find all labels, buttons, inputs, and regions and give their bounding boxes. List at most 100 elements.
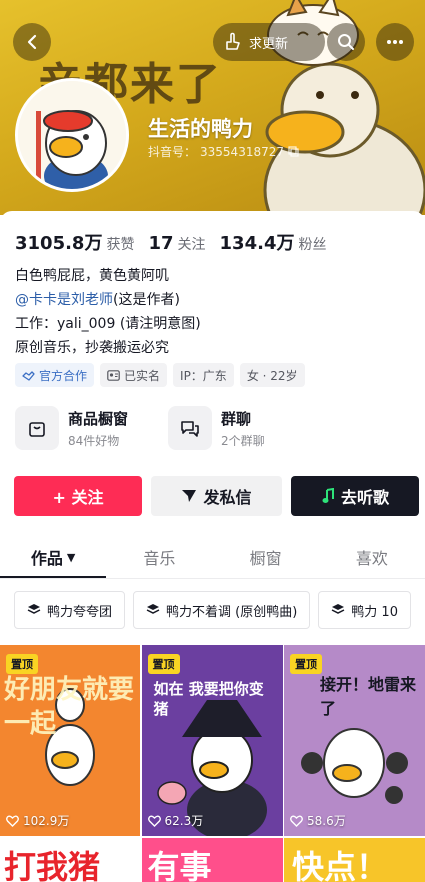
stat-likes-value: 3105.8万 [15, 233, 103, 254]
mention-suffix: (这是作者) [113, 292, 180, 308]
stat-likes[interactable]: 3105.8万 获赞 [15, 229, 134, 255]
request-update-label: 求更新 [249, 36, 289, 52]
gender-age-label: 女 · 22岁 [246, 368, 298, 383]
bio: 白色鸭屁屁，黄色黄阿叽 @卡卡是刘老师(这是作者) 工作：yali_009 (请… [15, 264, 201, 360]
collection-chip-label: 鸭力不着调 (原创鸭曲) [166, 604, 298, 620]
official-partner-tag[interactable]: 官方合作 [15, 363, 95, 387]
search-icon [338, 34, 354, 50]
bio-line-2: @卡卡是刘老师(这是作者) [15, 288, 201, 312]
like-count-value: 58.6万 [307, 814, 346, 828]
video-cover-text: 打我猪 [4, 847, 101, 882]
follow-button[interactable]: + 关注 [14, 476, 142, 516]
ip-location-label: IP：广东 [180, 368, 227, 383]
send-message-button[interactable]: 发私信 [151, 476, 282, 516]
layers-icon [27, 604, 41, 614]
official-partner-label: 官方合作 [39, 368, 88, 383]
stat-followers-value: 134.4万 [219, 233, 295, 254]
verified-name-label: 已实名 [124, 368, 161, 383]
chat-bubbles-icon [168, 406, 213, 450]
stats-row: 3105.8万 获赞 17 关注 134.4万 粉丝 [15, 229, 326, 255]
tab-likes[interactable]: 喜欢 [319, 536, 425, 578]
video-tile[interactable]: 接开！地雷来了 置顶 58.6万 [284, 645, 425, 836]
shop-window-entry[interactable]: 商品橱窗 84件好物 [15, 406, 128, 450]
profile-page: 亲都来了 求更新 生活的鸭力 抖音号： 33554318727 3105.8万 … [0, 0, 425, 882]
heart-icon [6, 815, 19, 827]
tab-music[interactable]: 音乐 [106, 536, 212, 578]
hand-point-icon [226, 32, 240, 50]
stat-following[interactable]: 17 关注 [148, 233, 205, 254]
ip-location-tag: IP：广东 [173, 363, 234, 387]
collection-chip-label: 鸭力 10 [351, 604, 398, 620]
douyin-id-value: 33554318727 [200, 144, 284, 159]
heart-icon [147, 815, 161, 827]
more-button[interactable] [376, 23, 414, 61]
profile-banner: 亲都来了 求更新 生活的鸭力 抖音号： 33554318727 [0, 0, 425, 215]
group-chat-entry[interactable]: 群聊 2个群聊 [168, 406, 265, 450]
collection-chip[interactable]: 鸭力 10 [318, 591, 411, 629]
handshake-icon [22, 370, 35, 381]
collection-chip[interactable]: 鸭力夸夸团 [14, 591, 126, 629]
shop-window-title: 商品橱窗 [68, 409, 129, 428]
layers-icon [146, 604, 160, 614]
shopping-bag-icon [15, 406, 59, 450]
listen-music-button[interactable]: 去听歌 [291, 476, 419, 516]
like-count: 58.6万 [290, 812, 346, 829]
like-count-value: 102.9万 [23, 814, 70, 828]
like-count-value: 62.3万 [164, 814, 204, 828]
video-grid: 好朋友就要一起 置顶 102.9万 如在 我要把你变猪 置顶 62.3万 接开！… [0, 645, 425, 882]
pinned-badge: 置顶 [6, 654, 38, 674]
video-tile[interactable]: 好朋友就要一起 置顶 102.9万 [0, 645, 140, 836]
pinned-badge: 置顶 [290, 654, 322, 674]
stat-following-label: 关注 [177, 237, 206, 253]
stat-likes-label: 获赞 [106, 237, 135, 253]
collection-chip-label: 鸭力夸夸团 [47, 604, 113, 620]
listen-music-label: 去听歌 [340, 488, 389, 507]
music-note-icon [322, 488, 334, 503]
action-row: + 关注 发私信 去听歌 [14, 476, 419, 516]
heart-icon [290, 815, 303, 827]
group-chat-title: 群聊 [221, 409, 252, 428]
video-cover-text: 接开！地雷来了 [320, 675, 417, 718]
more-dots-icon [387, 40, 403, 44]
video-cover-text: 有事 [147, 847, 212, 882]
duck-avatar-illustration [18, 81, 126, 189]
request-update-button[interactable]: 求更新 [213, 23, 325, 61]
avatar[interactable] [15, 78, 129, 192]
video-tile[interactable]: 如在 我要把你变猪 置顶 62.3万 [141, 645, 283, 836]
profile-card: 3105.8万 获赞 17 关注 134.4万 粉丝 白色鸭屁屁，黄色黄阿叽 @卡卡是… [0, 211, 425, 882]
video-cover-text: 快点！ [292, 847, 389, 882]
tabs-divider [0, 578, 425, 579]
like-count: 62.3万 [147, 812, 204, 829]
profile-tabs: 作品 ▼ 音乐 橱窗 喜欢 [0, 536, 425, 578]
caret-down-icon: ▼ [66, 550, 76, 564]
layers-icon [331, 604, 345, 614]
verified-name-tag: 已实名 [100, 363, 168, 387]
pinned-badge: 置顶 [147, 654, 180, 674]
group-chat-count: 2个群聊 [221, 433, 265, 448]
video-cover-text: 好朋友就要一起 [4, 675, 135, 739]
bio-line-4: 原创音乐，抄袭搬运必究 [15, 340, 169, 356]
stat-following-value: 17 [148, 233, 174, 254]
chevron-left-icon [27, 34, 37, 50]
author-mention-link[interactable]: @卡卡是刘老师 [15, 292, 113, 308]
stat-followers[interactable]: 134.4万 粉丝 [220, 229, 327, 255]
collection-chip[interactable]: 鸭力不着调 (原创鸭曲) [133, 591, 311, 629]
shop-window-count: 84件好物 [68, 433, 120, 448]
id-card-icon [107, 369, 120, 381]
bio-line-3: 工作：yali_009 (请注明意图) [15, 316, 201, 332]
nickname: 生活的鸭力 [148, 117, 253, 141]
tab-shop-window[interactable]: 橱窗 [213, 536, 319, 578]
search-button[interactable] [327, 23, 365, 61]
video-tile[interactable]: 快点！ [284, 837, 425, 882]
video-tile[interactable]: 打我猪 [0, 837, 140, 882]
copy-icon[interactable] [288, 146, 299, 157]
collection-row: 鸭力夸夸团 鸭力不着调 (原创鸭曲) 鸭力 10 [14, 591, 411, 629]
bio-line-1: 白色鸭屁屁，黄色黄阿叽 [15, 268, 169, 284]
tab-works[interactable]: 作品 ▼ [0, 536, 107, 578]
stat-followers-label: 粉丝 [298, 237, 327, 253]
tag-row: 官方合作 已实名 IP：广东 女 · 22岁 [15, 363, 305, 387]
send-message-label: 发私信 [203, 488, 252, 507]
back-button[interactable] [13, 23, 51, 61]
video-tile[interactable]: 有事 [141, 837, 283, 882]
video-cover-text: 如在 我要把你变猪 [153, 680, 264, 718]
